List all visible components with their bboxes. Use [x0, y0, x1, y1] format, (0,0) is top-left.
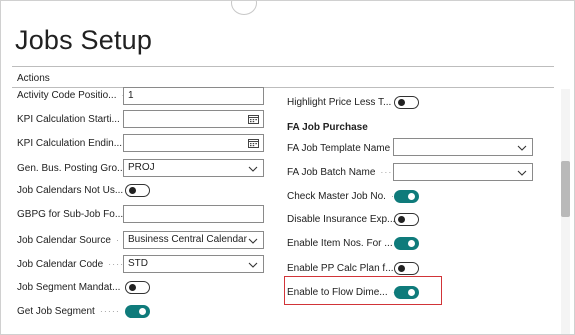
- gbpg-for-sub-job-input[interactable]: [123, 205, 264, 223]
- chevron-down-icon[interactable]: [248, 259, 258, 275]
- field-label: KPI Calculation Starti...: [17, 113, 120, 125]
- toggle-knob: [129, 187, 136, 194]
- select-value: Business Central Calendar: [128, 234, 247, 245]
- field-activity-code-position: Activity Code Positio... ·: [17, 84, 125, 106]
- toggle-knob: [129, 284, 136, 291]
- chevron-down-icon[interactable]: [517, 142, 527, 158]
- field-job-calendar-source: Job Calendar Source ·: [17, 229, 120, 251]
- gen-bus-posting-group-select[interactable]: PROJ: [123, 159, 264, 177]
- field-label: Job Calendars Not Us...: [17, 184, 124, 196]
- fa-job-template-name-select[interactable]: [393, 138, 533, 156]
- chevron-down-icon[interactable]: [248, 235, 258, 251]
- field-gbpg-for-sub-job: GBPG for Sub-Job Fo... ·: [17, 203, 132, 225]
- get-job-segment-toggle[interactable]: [125, 305, 150, 318]
- toggle-knob: [398, 265, 405, 272]
- field-label: Enable to Flow Dime...: [287, 286, 388, 298]
- field-label: Disable Insurance Exp...: [287, 213, 396, 225]
- check-master-job-no-toggle[interactable]: [394, 190, 419, 203]
- toggle-knob: [398, 99, 405, 106]
- field-job-calendars-not-used: Job Calendars Not Us... ·: [17, 179, 132, 201]
- toggle-knob: [408, 289, 415, 296]
- field-label: Activity Code Positio...: [17, 89, 117, 101]
- scroll-thumb[interactable]: [561, 161, 570, 217]
- field-kpi-calculation-end: KPI Calculation Endin... ·: [17, 132, 131, 154]
- actions-menu[interactable]: Actions: [17, 73, 50, 84]
- field-enable-item-nos: Enable Item Nos. For ... ·: [287, 232, 402, 254]
- field-check-master-job-no: Check Master Job No. ··: [287, 185, 399, 207]
- enable-item-nos-toggle[interactable]: [394, 237, 419, 250]
- job-calendar-code-select[interactable]: STD: [123, 255, 264, 273]
- calendar-icon[interactable]: [248, 138, 259, 154]
- field-fa-job-batch-name: FA Job Batch Name ····: [287, 161, 396, 183]
- toggle-knob: [398, 216, 405, 223]
- disable-insurance-exp-toggle[interactable]: [394, 213, 419, 226]
- job-calendars-not-used-toggle[interactable]: [125, 184, 150, 197]
- job-calendar-source-select[interactable]: Business Central Calendar: [123, 231, 264, 249]
- field-disable-insurance-exp: Disable Insurance Exp... ·: [287, 208, 404, 230]
- field-label: Check Master Job No.: [287, 190, 386, 202]
- field-label: Highlight Price Less T...: [287, 96, 392, 108]
- kpi-calculation-start-input[interactable]: [123, 110, 264, 128]
- collapse-handle[interactable]: [231, 1, 257, 15]
- field-label: Job Calendar Source: [17, 234, 111, 246]
- vertical-scrollbar[interactable]: [561, 89, 570, 334]
- field-label: Job Calendar Code: [17, 258, 104, 270]
- field-label: Enable PP Calc Plan f...: [287, 262, 394, 274]
- toggle-knob: [139, 308, 146, 315]
- activity-code-position-input[interactable]: 1: [123, 87, 264, 105]
- job-segment-mandatory-toggle[interactable]: [125, 281, 150, 294]
- field-gen-bus-posting-group: Gen. Bus. Posting Gro... ·: [17, 157, 134, 179]
- field-label: FA Job Batch Name: [287, 166, 376, 178]
- field-label: Gen. Bus. Posting Gro...: [17, 162, 126, 174]
- header-divider: [12, 66, 554, 67]
- enable-to-flow-dimensions-toggle[interactable]: [394, 286, 419, 299]
- fa-job-batch-name-select[interactable]: [393, 163, 533, 181]
- field-label: FA Job Template Name: [287, 142, 391, 154]
- enable-pp-calc-plan-toggle[interactable]: [394, 262, 419, 275]
- calendar-icon[interactable]: [248, 114, 259, 130]
- field-job-segment-mandatory: Job Segment Mandat... ·: [17, 276, 129, 298]
- toggle-knob: [408, 193, 415, 200]
- field-enable-to-flow-dimensions: Enable to Flow Dime... ·: [287, 281, 397, 303]
- jobs-setup-page: Jobs Setup Actions Activity Code Positio…: [0, 0, 575, 335]
- chevron-down-icon[interactable]: [517, 167, 527, 183]
- field-fa-job-template-name: FA Job Template Name ·: [287, 137, 399, 159]
- field-get-job-segment: Get Job Segment ·····: [17, 300, 120, 322]
- fa-job-purchase-group-title: FA Job Purchase: [287, 122, 368, 133]
- field-label: Get Job Segment: [17, 305, 95, 317]
- highlight-price-less-toggle[interactable]: [394, 96, 419, 109]
- field-highlight-price-less: Highlight Price Less T... ·: [287, 91, 400, 113]
- field-job-calendar-code: Job Calendar Code ····: [17, 253, 124, 275]
- select-value: PROJ: [128, 162, 155, 173]
- label-dots: ·: [115, 235, 120, 245]
- field-kpi-calculation-start: KPI Calculation Starti... ·: [17, 108, 129, 130]
- kpi-calculation-end-input[interactable]: [123, 134, 264, 152]
- toggle-knob: [408, 240, 415, 247]
- label-dots: ·····: [99, 306, 120, 316]
- field-label: GBPG for Sub-Job Fo...: [17, 208, 124, 220]
- select-value: STD: [128, 258, 148, 269]
- label-dots: ····: [108, 259, 125, 269]
- page-title: Jobs Setup: [15, 25, 153, 55]
- field-label: KPI Calculation Endin...: [17, 137, 123, 149]
- field-label: Enable Item Nos. For ...: [287, 237, 393, 249]
- field-label: Job Segment Mandat...: [17, 281, 121, 293]
- chevron-down-icon[interactable]: [248, 163, 258, 179]
